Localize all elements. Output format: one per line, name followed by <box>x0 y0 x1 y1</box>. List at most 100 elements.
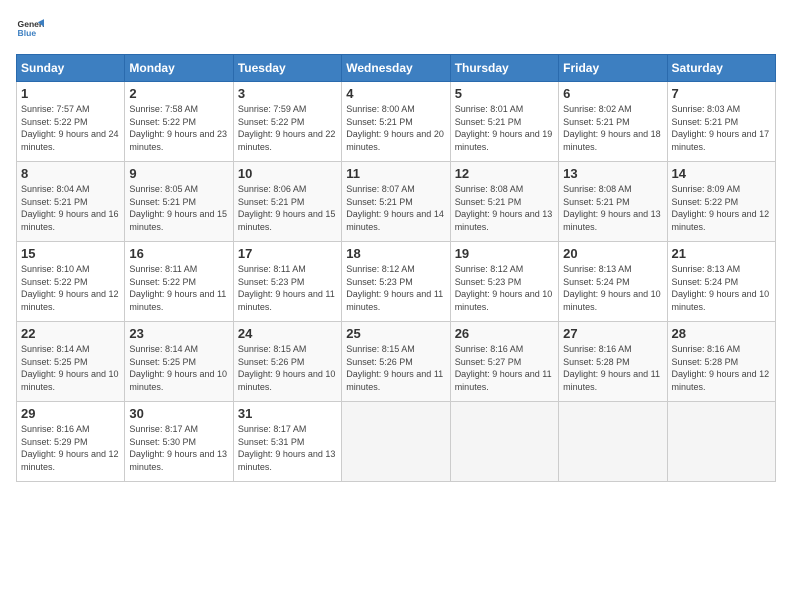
day-info: Sunrise: 7:59 AMSunset: 5:22 PMDaylight:… <box>238 103 337 153</box>
calendar-cell: 14 Sunrise: 8:09 AMSunset: 5:22 PMDayligh… <box>667 162 775 242</box>
day-info: Sunrise: 8:04 AMSunset: 5:21 PMDaylight:… <box>21 183 120 233</box>
day-info: Sunrise: 8:17 AMSunset: 5:31 PMDaylight:… <box>238 423 337 473</box>
day-number: 10 <box>238 166 337 181</box>
column-header-saturday: Saturday <box>667 55 775 82</box>
day-number: 12 <box>455 166 554 181</box>
calendar-cell: 12 Sunrise: 8:08 AMSunset: 5:21 PMDayligh… <box>450 162 558 242</box>
day-number: 18 <box>346 246 445 261</box>
column-header-monday: Monday <box>125 55 233 82</box>
day-number: 16 <box>129 246 228 261</box>
day-info: Sunrise: 8:11 AMSunset: 5:22 PMDaylight:… <box>129 263 228 313</box>
column-header-tuesday: Tuesday <box>233 55 341 82</box>
day-number: 22 <box>21 326 120 341</box>
calendar-cell: 8 Sunrise: 8:04 AMSunset: 5:21 PMDaylight… <box>17 162 125 242</box>
day-number: 31 <box>238 406 337 421</box>
day-number: 24 <box>238 326 337 341</box>
calendar-week-1: 1 Sunrise: 7:57 AMSunset: 5:22 PMDaylight… <box>17 82 776 162</box>
day-number: 17 <box>238 246 337 261</box>
column-header-sunday: Sunday <box>17 55 125 82</box>
day-info: Sunrise: 8:17 AMSunset: 5:30 PMDaylight:… <box>129 423 228 473</box>
calendar-cell <box>342 402 450 482</box>
calendar-table: SundayMondayTuesdayWednesdayThursdayFrid… <box>16 54 776 482</box>
day-info: Sunrise: 8:14 AMSunset: 5:25 PMDaylight:… <box>129 343 228 393</box>
day-number: 2 <box>129 86 228 101</box>
day-info: Sunrise: 7:58 AMSunset: 5:22 PMDaylight:… <box>129 103 228 153</box>
day-number: 7 <box>672 86 771 101</box>
day-info: Sunrise: 8:09 AMSunset: 5:22 PMDaylight:… <box>672 183 771 233</box>
day-info: Sunrise: 8:02 AMSunset: 5:21 PMDaylight:… <box>563 103 662 153</box>
logo: General Blue <box>16 16 44 44</box>
calendar-cell: 9 Sunrise: 8:05 AMSunset: 5:21 PMDaylight… <box>125 162 233 242</box>
calendar-cell: 3 Sunrise: 7:59 AMSunset: 5:22 PMDaylight… <box>233 82 341 162</box>
day-info: Sunrise: 8:16 AMSunset: 5:27 PMDaylight:… <box>455 343 554 393</box>
calendar-cell: 20Sunrise: 8:13 AMSunset: 5:24 PMDayligh… <box>559 242 667 322</box>
calendar-cell: 4 Sunrise: 8:00 AMSunset: 5:21 PMDaylight… <box>342 82 450 162</box>
calendar-cell: 18 Sunrise: 8:12 AMSunset: 5:23 PMDayligh… <box>342 242 450 322</box>
calendar-cell: 10 Sunrise: 8:06 AMSunset: 5:21 PMDayligh… <box>233 162 341 242</box>
calendar-cell <box>559 402 667 482</box>
day-number: 28 <box>672 326 771 341</box>
day-info: Sunrise: 8:13 AMSunset: 5:24 PMDaylight:… <box>672 263 771 313</box>
calendar-cell: 5 Sunrise: 8:01 AMSunset: 5:21 PMDaylight… <box>450 82 558 162</box>
day-number: 3 <box>238 86 337 101</box>
day-info: Sunrise: 8:16 AMSunset: 5:28 PMDaylight:… <box>672 343 771 393</box>
calendar-cell: 27 Sunrise: 8:16 AMSunset: 5:28 PMDayligh… <box>559 322 667 402</box>
day-number: 15 <box>21 246 120 261</box>
day-info: Sunrise: 8:12 AMSunset: 5:23 PMDaylight:… <box>346 263 445 313</box>
calendar-cell: 21 Sunrise: 8:13 AMSunset: 5:24 PMDayligh… <box>667 242 775 322</box>
calendar-cell: 19 Sunrise: 8:12 AMSunset: 5:23 PMDayligh… <box>450 242 558 322</box>
svg-text:Blue: Blue <box>18 28 37 38</box>
calendar-week-4: 22 Sunrise: 8:14 AMSunset: 5:25 PMDayligh… <box>17 322 776 402</box>
calendar-cell: 30 Sunrise: 8:17 AMSunset: 5:30 PMDayligh… <box>125 402 233 482</box>
day-number: 8 <box>21 166 120 181</box>
day-number: 27 <box>563 326 662 341</box>
day-number: 13 <box>563 166 662 181</box>
day-info: Sunrise: 7:57 AMSunset: 5:22 PMDaylight:… <box>21 103 120 153</box>
calendar-week-2: 8 Sunrise: 8:04 AMSunset: 5:21 PMDaylight… <box>17 162 776 242</box>
day-info: Sunrise: 8:15 AMSunset: 5:26 PMDaylight:… <box>346 343 445 393</box>
day-info: Sunrise: 8:00 AMSunset: 5:21 PMDaylight:… <box>346 103 445 153</box>
day-info: Sunrise: 8:08 AMSunset: 5:21 PMDaylight:… <box>563 183 662 233</box>
day-number: 25 <box>346 326 445 341</box>
day-number: 14 <box>672 166 771 181</box>
logo-icon: General Blue <box>16 16 44 44</box>
calendar-cell: 15 Sunrise: 8:10 AMSunset: 5:22 PMDayligh… <box>17 242 125 322</box>
day-info: Sunrise: 8:01 AMSunset: 5:21 PMDaylight:… <box>455 103 554 153</box>
day-info: Sunrise: 8:14 AMSunset: 5:25 PMDaylight:… <box>21 343 120 393</box>
calendar-cell <box>450 402 558 482</box>
day-number: 9 <box>129 166 228 181</box>
calendar-cell: 26Sunrise: 8:16 AMSunset: 5:27 PMDayligh… <box>450 322 558 402</box>
column-header-thursday: Thursday <box>450 55 558 82</box>
calendar-cell: 24Sunrise: 8:15 AMSunset: 5:26 PMDayligh… <box>233 322 341 402</box>
calendar-cell: 2 Sunrise: 7:58 AMSunset: 5:22 PMDaylight… <box>125 82 233 162</box>
day-info: Sunrise: 8:12 AMSunset: 5:23 PMDaylight:… <box>455 263 554 313</box>
column-header-friday: Friday <box>559 55 667 82</box>
day-info: Sunrise: 8:10 AMSunset: 5:22 PMDaylight:… <box>21 263 120 313</box>
calendar-week-5: 29Sunrise: 8:16 AMSunset: 5:29 PMDayligh… <box>17 402 776 482</box>
column-header-wednesday: Wednesday <box>342 55 450 82</box>
day-number: 23 <box>129 326 228 341</box>
day-number: 5 <box>455 86 554 101</box>
day-info: Sunrise: 8:16 AMSunset: 5:28 PMDaylight:… <box>563 343 662 393</box>
day-info: Sunrise: 8:06 AMSunset: 5:21 PMDaylight:… <box>238 183 337 233</box>
calendar-week-3: 15 Sunrise: 8:10 AMSunset: 5:22 PMDayligh… <box>17 242 776 322</box>
calendar-cell: 17Sunrise: 8:11 AMSunset: 5:23 PMDayligh… <box>233 242 341 322</box>
day-info: Sunrise: 8:05 AMSunset: 5:21 PMDaylight:… <box>129 183 228 233</box>
day-number: 30 <box>129 406 228 421</box>
day-info: Sunrise: 8:03 AMSunset: 5:21 PMDaylight:… <box>672 103 771 153</box>
day-number: 19 <box>455 246 554 261</box>
calendar-cell: 23 Sunrise: 8:14 AMSunset: 5:25 PMDayligh… <box>125 322 233 402</box>
day-number: 1 <box>21 86 120 101</box>
calendar-cell: 31 Sunrise: 8:17 AMSunset: 5:31 PMDayligh… <box>233 402 341 482</box>
calendar-cell: 25 Sunrise: 8:15 AMSunset: 5:26 PMDayligh… <box>342 322 450 402</box>
day-info: Sunrise: 8:13 AMSunset: 5:24 PMDaylight:… <box>563 263 662 313</box>
day-info: Sunrise: 8:08 AMSunset: 5:21 PMDaylight:… <box>455 183 554 233</box>
calendar-cell: 6 Sunrise: 8:02 AMSunset: 5:21 PMDaylight… <box>559 82 667 162</box>
calendar-cell: 11Sunrise: 8:07 AMSunset: 5:21 PMDayligh… <box>342 162 450 242</box>
day-number: 6 <box>563 86 662 101</box>
calendar-cell: 29Sunrise: 8:16 AMSunset: 5:29 PMDayligh… <box>17 402 125 482</box>
day-number: 4 <box>346 86 445 101</box>
day-number: 29 <box>21 406 120 421</box>
day-number: 21 <box>672 246 771 261</box>
calendar-cell: 16 Sunrise: 8:11 AMSunset: 5:22 PMDayligh… <box>125 242 233 322</box>
